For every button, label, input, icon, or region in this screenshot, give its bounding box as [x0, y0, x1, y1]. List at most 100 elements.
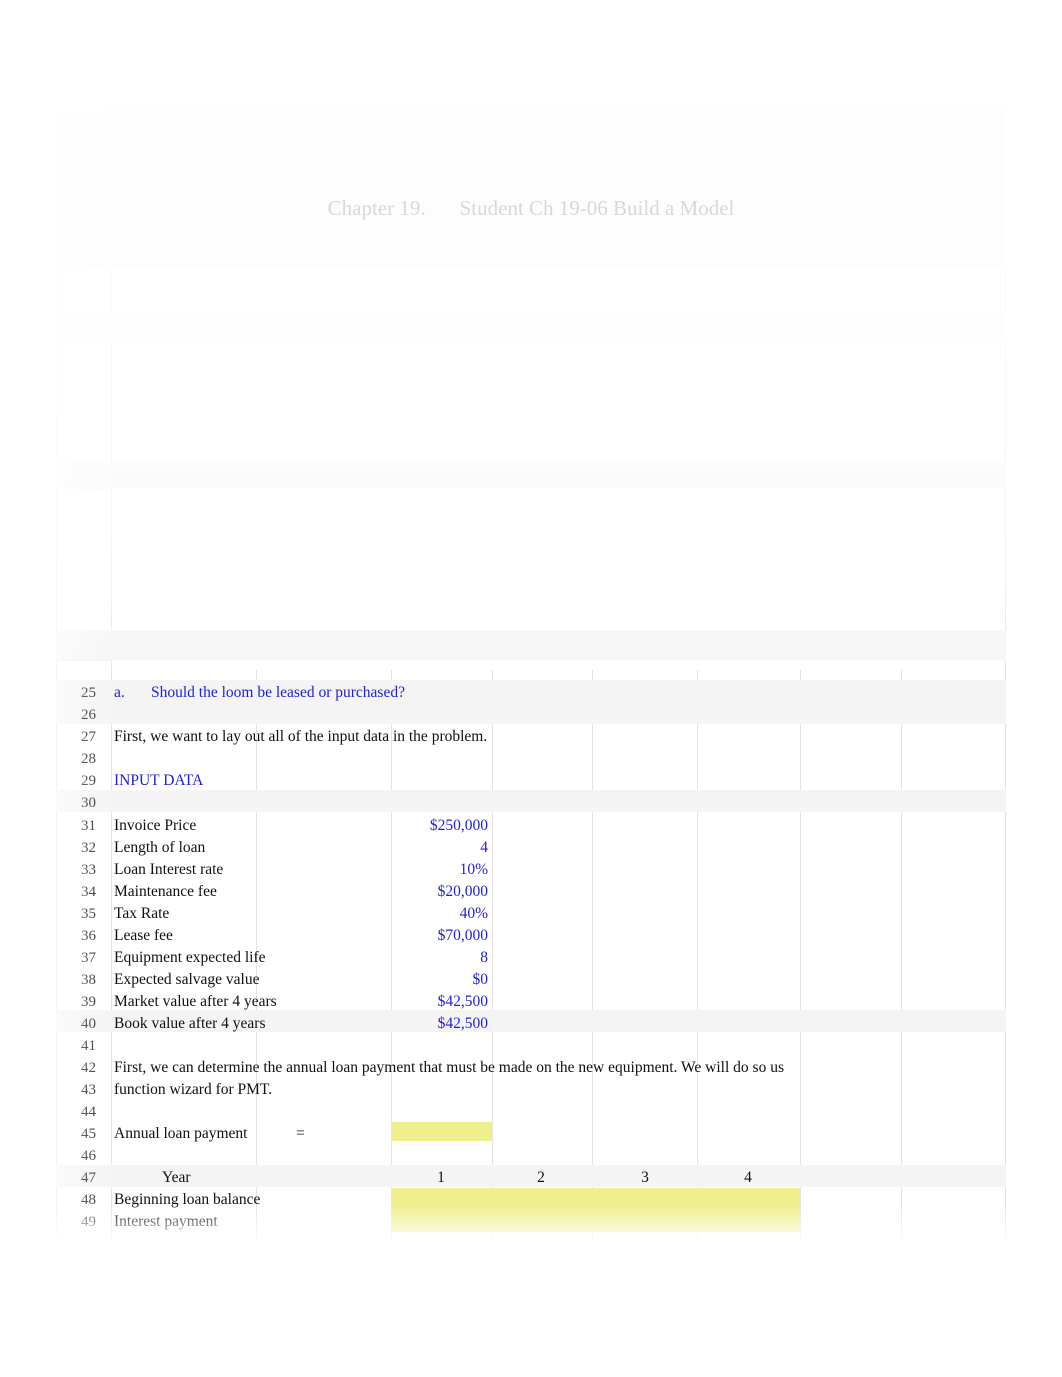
sheet-row[interactable]: 40 Book value after 4 years $42,500	[56, 1013, 1006, 1035]
sheet-row[interactable]: 39 Market value after 4 years $42,500	[56, 991, 1006, 1013]
sheet-row[interactable]: 28	[56, 748, 1006, 770]
grid-band-row	[56, 246, 1006, 268]
row-header-29[interactable]: 29	[62, 770, 96, 792]
input-value-book-value-after-4-years[interactable]: $42,500	[344, 1013, 488, 1035]
sheet-row[interactable]: 43 function wizard for PMT.	[56, 1079, 1006, 1101]
row-header-37[interactable]: 37	[62, 947, 96, 969]
input-value-expected-salvage-value[interactable]: $0	[344, 969, 489, 991]
input-value-invoice-price[interactable]: $250,000	[344, 815, 488, 837]
input-data-heading: INPUT DATA	[114, 772, 204, 789]
page-title: Chapter 19. Student Ch 19-06 Build a Mode…	[56, 194, 1006, 222]
year-header-label: Year	[162, 1169, 191, 1186]
row-header-28[interactable]: 28	[62, 748, 96, 770]
input-value-maintenance-fee[interactable]: $20,000	[344, 881, 488, 903]
input-label-market-value-after-4-years: Market value after 4 years	[114, 993, 277, 1010]
row-header-32[interactable]: 32	[62, 837, 96, 859]
row-header-39[interactable]: 39	[62, 991, 96, 1013]
sheet-row[interactable]: 47 Year 1 2 3 4	[56, 1167, 1006, 1189]
row-header-33[interactable]: 33	[62, 859, 96, 881]
grid-band-row	[56, 224, 1006, 246]
sheet-row[interactable]: 34 Maintenance fee $20,000	[56, 881, 1006, 903]
input-label-expected-salvage-value: Expected salvage value	[114, 971, 260, 988]
input-label-length-of-loan: Length of loan	[114, 839, 206, 856]
input-label-maintenance-fee: Maintenance fee	[114, 883, 217, 900]
input-label-loan-interest-rate: Loan Interest rate	[114, 861, 224, 878]
sheet-row[interactable]: 42 First, we can determine the annual lo…	[56, 1057, 1006, 1079]
title-chapter: Chapter 19.	[327, 196, 426, 220]
input-label-equipment-expected-life: Equipment expected life	[114, 949, 266, 966]
row-header-36[interactable]: 36	[62, 925, 96, 947]
sheet-row[interactable]: 26	[56, 704, 1006, 726]
loan-row-label-beginning-loan-balance: Beginning loan balance	[114, 1191, 261, 1208]
input-value-loan-interest-rate[interactable]: 10%	[344, 859, 488, 881]
row-header-35[interactable]: 35	[62, 903, 96, 925]
sheet-row[interactable]: 38 Expected salvage value $0	[56, 969, 1006, 991]
row-header-46[interactable]: 46	[62, 1145, 96, 1167]
input-label-tax-rate: Tax Rate	[114, 905, 170, 922]
merged-cell-block	[112, 488, 1005, 630]
input-value-length-of-loan[interactable]: 4	[344, 837, 488, 859]
grid-band-row	[56, 134, 1006, 156]
row-header-42[interactable]: 42	[62, 1057, 96, 1079]
loan-row-label-interest-payment: Interest payment	[114, 1213, 218, 1230]
input-label-lease-fee: Lease fee	[114, 927, 173, 944]
sheet-row[interactable]: 41	[56, 1035, 1006, 1057]
merged-cell-block	[112, 268, 1005, 312]
sheet-row[interactable]: 37 Equipment expected life 8	[56, 947, 1006, 969]
sheet-row[interactable]: 49 Interest payment	[56, 1211, 1006, 1233]
sheet-row[interactable]: 35 Tax Rate 40%	[56, 903, 1006, 925]
input-value-tax-rate[interactable]: 40%	[344, 903, 488, 925]
year-column-3: 3	[641, 1169, 649, 1186]
input-value-lease-fee[interactable]: $70,000	[344, 925, 488, 947]
row-header-38[interactable]: 38	[62, 969, 96, 991]
sheet-row[interactable]: 36 Lease fee $70,000	[56, 925, 1006, 947]
row-header-48[interactable]: 48	[62, 1189, 96, 1211]
row-header-26[interactable]: 26	[62, 704, 96, 726]
grid-band-row	[56, 156, 1006, 178]
row-header-43[interactable]: 43	[62, 1079, 96, 1101]
input-label-invoice-price: Invoice Price	[114, 817, 197, 834]
row-header-27[interactable]: 27	[62, 726, 96, 748]
sheet-row[interactable]: 25 a. Should the loom be leased or purch…	[56, 682, 1006, 704]
year-column-2: 2	[537, 1169, 545, 1186]
row-header-30[interactable]: 30	[62, 792, 96, 814]
row-header-25[interactable]: 25	[62, 682, 96, 704]
sheet-row[interactable]: 32 Length of loan 4	[56, 837, 1006, 859]
sheet-row[interactable]: 29 INPUT DATA	[56, 770, 1006, 792]
input-value-market-value-after-4-years[interactable]: $42,500	[344, 991, 488, 1013]
sheet-row[interactable]: 30	[56, 792, 1006, 814]
row-header-31[interactable]: 31	[62, 815, 96, 837]
equals-sign: =	[296, 1125, 305, 1142]
grid-band-row	[56, 630, 1006, 660]
grid-band-row	[56, 110, 1006, 134]
merged-cell-block	[112, 342, 1005, 462]
sheet-row[interactable]: 45 Annual loan payment =	[56, 1123, 1006, 1145]
narrative-line-42: First, we can determine the annual loan …	[114, 1059, 784, 1076]
annual-loan-payment-label: Annual loan payment	[114, 1125, 248, 1142]
row-header-44[interactable]: 44	[62, 1101, 96, 1123]
row-header-47[interactable]: 47	[62, 1167, 96, 1189]
row-header-45[interactable]: 45	[62, 1123, 96, 1145]
narrative-line-27: First, we want to lay out all of the inp…	[114, 728, 488, 745]
merged-cell-block	[112, 660, 1005, 670]
spreadsheet-sheet[interactable]: Chapter 19. Student Ch 19-06 Build a Mode…	[56, 110, 1006, 1245]
grid-band-row	[56, 462, 1006, 488]
input-value-equipment-expected-life[interactable]: 8	[344, 947, 488, 969]
sheet-row[interactable]: 48 Beginning loan balance	[56, 1189, 1006, 1211]
sheet-row[interactable]: 46	[56, 1145, 1006, 1167]
row-header-49[interactable]: 49	[62, 1211, 96, 1233]
year-column-4: 4	[744, 1169, 752, 1186]
row-header-40[interactable]: 40	[62, 1013, 96, 1035]
sheet-row[interactable]: 27 First, we want to lay out all of the …	[56, 726, 1006, 748]
input-label-book-value-after-4-years: Book value after 4 years	[114, 1015, 266, 1032]
sheet-row[interactable]: 33 Loan Interest rate 10%	[56, 859, 1006, 881]
title-model-name: Student Ch 19-06 Build a Model	[459, 196, 735, 220]
grid-band-row	[56, 312, 1006, 342]
sheet-row[interactable]: 44	[56, 1101, 1006, 1123]
row-header-41[interactable]: 41	[62, 1035, 96, 1057]
year-column-1: 1	[437, 1169, 445, 1186]
sheet-row[interactable]: 31 Invoice Price $250,000	[56, 815, 1006, 837]
row-header-34[interactable]: 34	[62, 881, 96, 903]
question-marker: a.	[114, 684, 125, 701]
question-text: Should the loom be leased or purchased?	[151, 684, 405, 701]
